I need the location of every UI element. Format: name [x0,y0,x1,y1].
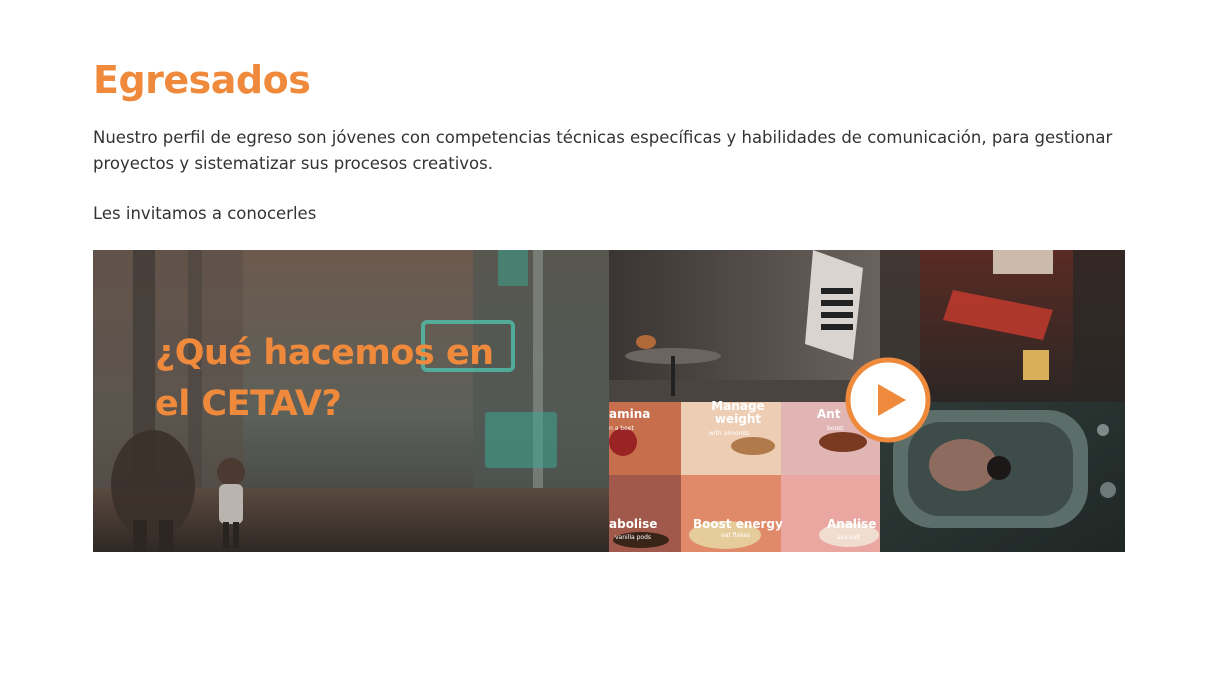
tile-label: Analise [827,517,877,531]
tile-label: Manage weight [711,399,765,426]
invite-text: Les invitamos a conocerles [93,204,317,223]
tile-sublabel: boost [827,425,844,432]
tile-sublabel: sea salt [837,534,861,541]
play-button[interactable] [844,356,932,444]
video-overlay-title: ¿Qué hacemos en el CETAV? [155,333,494,424]
tile-label: abolise [609,517,658,531]
section-title: Egresados [93,58,311,102]
tile-label: Ant [817,407,841,421]
tile-sublabel: oat flakes [721,532,751,539]
tile-sublabel: n a beet [609,425,634,432]
play-icon[interactable] [844,356,932,444]
tile-sublabel: with almonds [709,430,750,437]
tile-sublabel: vanilla pods [615,534,652,541]
video-player[interactable]: ¿Qué hacemos en el CETAV? amina n a beet… [93,250,1125,552]
section-description: Nuestro perfil de egreso son jóvenes con… [93,128,1113,173]
tile-label: amina [609,407,651,421]
tile-label: Boost energy [693,517,783,531]
